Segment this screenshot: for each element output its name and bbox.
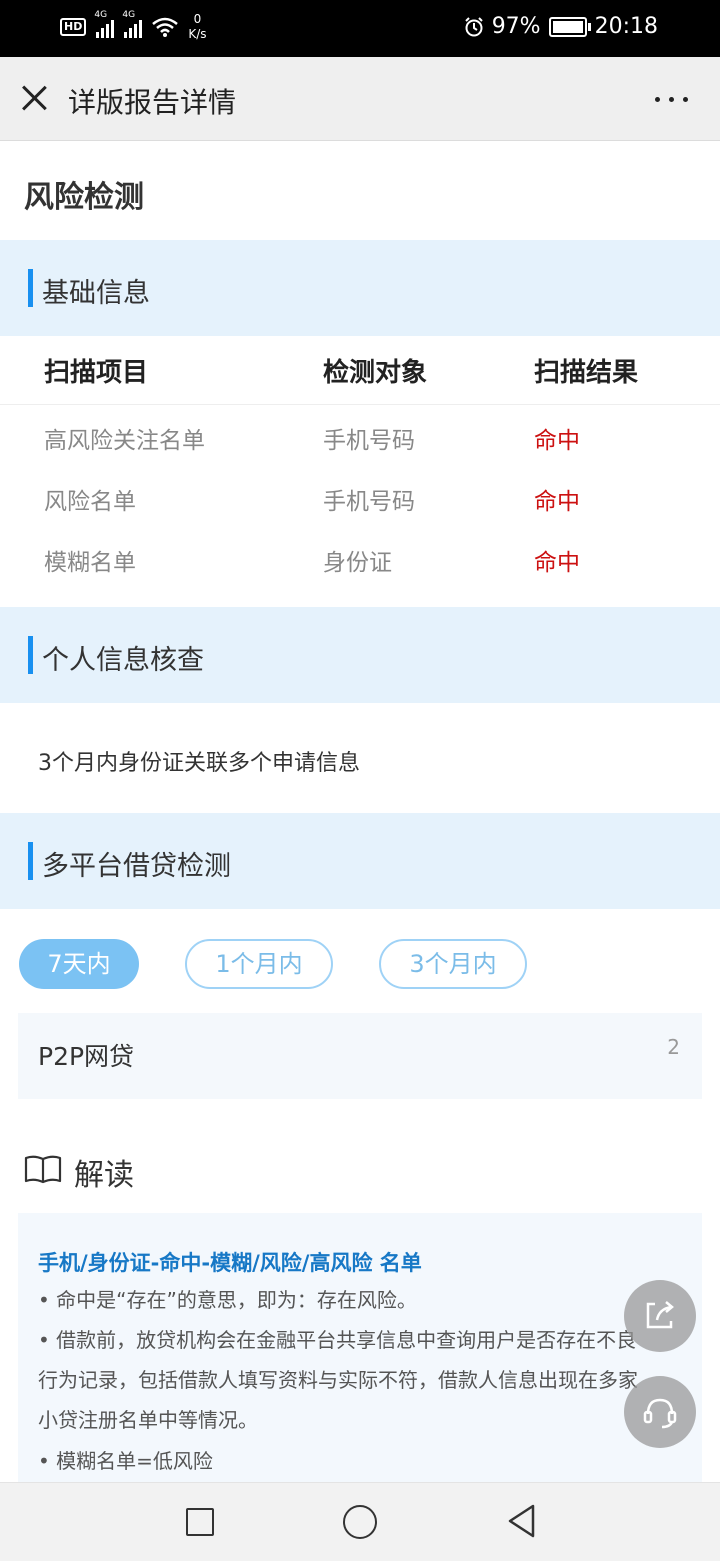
card-line: • 借款前，放贷机构会在金融平台共享信息中查询用户是否存在不良 — [38, 1328, 637, 1352]
status-bar: HD 4G 4G 0 K/s 97% 20:18 — [0, 0, 720, 57]
personal-info-text: 3个月内身份证关联多个申请信息 — [38, 751, 360, 776]
section-label: 多平台借贷检测 — [42, 851, 231, 882]
recent-apps-icon[interactable] — [186, 1508, 214, 1536]
card-line: 行为记录，包括借款人填写资料与实际不符，借款人信息出现在多家 — [38, 1368, 638, 1392]
system-nav-bar — [0, 1482, 720, 1561]
section-basic-info: 基础信息 — [0, 240, 720, 336]
p2p-loan-item[interactable]: P2P网贷 2 — [18, 1013, 702, 1099]
close-icon[interactable] — [20, 84, 48, 112]
section-personal-info: 个人信息核查 — [0, 607, 720, 703]
p2p-count: 2 — [667, 1035, 680, 1059]
share-button[interactable] — [624, 1280, 696, 1352]
row-result: 命中 — [534, 550, 580, 576]
signal-icon-2: 4G — [122, 10, 143, 38]
row-target: 手机号码 — [323, 489, 415, 515]
card-line: 小贷注册名单中等情况。 — [38, 1408, 258, 1432]
hd-icon: HD — [60, 18, 87, 36]
nav-title: 详版报告详情 — [68, 86, 237, 119]
clock: 20:18 — [594, 14, 658, 39]
row-result: 命中 — [534, 428, 580, 454]
headset-icon — [643, 1398, 677, 1429]
share-icon — [646, 1301, 674, 1329]
table-header-target: 检测对象 — [323, 358, 428, 388]
row-target: 身份证 — [323, 550, 392, 576]
row-result: 命中 — [534, 489, 580, 515]
back-icon[interactable] — [506, 1503, 536, 1539]
interpretation-title: 解读 — [74, 1158, 134, 1193]
interpretation-card: 手机/身份证-命中-模糊/风险/高风险 名单 • 命中是“存在”的意思，即为：存… — [18, 1213, 702, 1483]
table-header-item: 扫描项目 — [44, 358, 149, 388]
card-title: 手机/身份证-命中-模糊/风险/高风险 名单 — [38, 1251, 422, 1275]
section-accent-bar — [28, 636, 33, 674]
tab-7-days[interactable]: 7天内 — [19, 939, 139, 989]
network-speed: 0 K/s — [188, 12, 207, 41]
signal-icon: 4G — [94, 10, 115, 38]
table-header-result: 扫描结果 — [534, 358, 639, 388]
row-item: 风险名单 — [44, 489, 136, 515]
card-line: • 模糊名单=低风险 — [38, 1449, 213, 1473]
tab-3-months[interactable]: 3个月内 — [379, 939, 527, 989]
row-item: 高风险关注名单 — [44, 428, 205, 454]
divider — [0, 404, 720, 405]
battery-percent: 97% — [491, 14, 541, 39]
section-label: 个人信息核查 — [42, 645, 204, 676]
wifi-icon — [152, 17, 179, 37]
book-icon — [24, 1155, 62, 1184]
section-accent-bar — [28, 269, 33, 307]
section-accent-bar — [28, 842, 33, 880]
row-item: 模糊名单 — [44, 550, 136, 576]
page-title: 风险检测 — [24, 180, 144, 215]
more-icon[interactable] — [655, 97, 688, 102]
tab-1-month[interactable]: 1个月内 — [185, 939, 333, 989]
section-label: 基础信息 — [42, 278, 150, 309]
alarm-icon — [464, 16, 483, 36]
card-line: • 命中是“存在”的意思，即为：存在风险。 — [38, 1288, 417, 1312]
row-target: 手机号码 — [323, 428, 415, 454]
section-multi-platform: 多平台借贷检测 — [0, 813, 720, 909]
customer-service-button[interactable] — [624, 1376, 696, 1448]
nav-bar: 详版报告详情 — [0, 57, 720, 141]
battery-icon — [548, 16, 591, 37]
home-icon[interactable] — [343, 1505, 377, 1539]
p2p-label: P2P网贷 — [38, 1042, 135, 1071]
